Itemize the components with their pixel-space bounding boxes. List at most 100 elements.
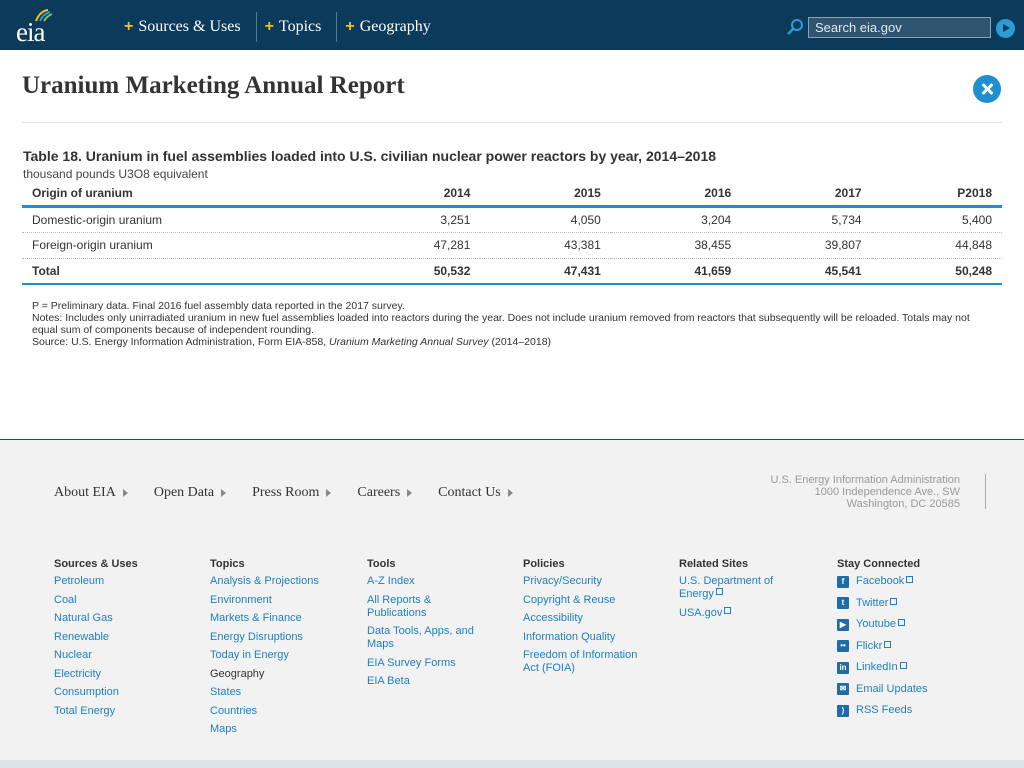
footer-link[interactable]: Natural Gas [54, 612, 194, 625]
footer-column-heading: Related Sites [679, 558, 749, 570]
source-note: Source: U.S. Energy Information Administ… [32, 336, 977, 348]
table-cell: 50,532 [350, 258, 481, 285]
search-submit-button[interactable] [996, 19, 1015, 38]
footer-column-heading: Policies [523, 558, 565, 570]
table-cell: 5,734 [741, 206, 872, 233]
search-input[interactable] [808, 17, 991, 38]
footer-column-heading: Topics [210, 558, 245, 570]
footer-link[interactable]: Freedom of Information Act (FOIA) [523, 649, 653, 675]
footer-link[interactable]: All Reports & Publications [367, 594, 487, 620]
footer-link[interactable]: Data Tools, Apps, and Maps [367, 625, 487, 651]
footer-nav-label: Open Data [153, 485, 215, 500]
external-link-icon [906, 576, 914, 583]
nav-geography-label: Geography [359, 18, 431, 35]
footer-column-policies: Policies Privacy/Security Copyright & Re… [523, 558, 653, 681]
nav-geography[interactable]: + Geography [337, 12, 445, 42]
caret-right-icon [507, 489, 513, 497]
footer-link[interactable]: Information Quality [523, 631, 653, 644]
plus-icon: + [124, 18, 134, 35]
footer-nav-press-room[interactable]: Press Room [252, 485, 332, 501]
footer-link[interactable]: Environment [210, 594, 350, 607]
footer-link[interactable]: States [210, 686, 350, 699]
youtube-icon: ▶ [837, 618, 849, 631]
table-cell: 47,281 [350, 232, 481, 259]
social-link-email-updates[interactable]: ✉ Email Updates [837, 683, 977, 696]
social-link-linkedin[interactable]: in LinkedIn [837, 661, 977, 674]
table-cell: 50,248 [871, 258, 1002, 285]
footer-column-stay-connected: Stay Connected f Facebook t Twitter ▶ Youtu… [837, 558, 977, 726]
footer-link-usagov[interactable]: USA.gov [679, 606, 794, 620]
caret-right-icon [326, 489, 332, 497]
nav-topics[interactable]: + Topics [257, 12, 338, 42]
footer-link[interactable]: Energy Disruptions [210, 631, 350, 644]
footer-link-label: U.S. Department of Energy [679, 575, 774, 600]
social-link-youtube[interactable]: ▶ Youtube [837, 618, 977, 631]
footer-nav-label: Press Room [252, 485, 320, 500]
eia-logo-text: eia [16, 17, 46, 47]
footer-link[interactable]: EIA Beta [367, 675, 487, 688]
table-cell: 44,848 [871, 232, 1002, 259]
search-icon[interactable] [786, 18, 804, 36]
footer-link[interactable]: Renewable [54, 631, 194, 644]
footer-link[interactable]: Coal [54, 594, 194, 607]
column-header: P2018 [871, 181, 1002, 208]
address-line: Washington, DC 20585 [846, 498, 960, 510]
table-header-row: Origin of uranium 2014 2015 2016 2017 P2… [22, 181, 1002, 208]
source-suffix: (2014–2018) [488, 336, 552, 348]
footer-link[interactable]: Copyright & Reuse [523, 594, 653, 607]
footer-nav-contact-us[interactable]: Contact Us [438, 485, 513, 501]
footer-link[interactable]: Electricity [54, 668, 194, 681]
nav-sources-uses[interactable]: + Sources & Uses [116, 12, 257, 42]
preliminary-note: P = Preliminary data. Final 2016 fuel as… [32, 300, 405, 312]
data-table: Origin of uranium 2014 2015 2016 2017 P2… [22, 181, 1002, 285]
caret-right-icon [221, 489, 227, 497]
social-link-flickr[interactable]: •• Flickr [837, 640, 977, 653]
footer-link[interactable]: EIA Survey Forms [367, 657, 487, 670]
table-cell: 3,204 [610, 206, 742, 233]
table-cell: 5,400 [871, 206, 1002, 233]
social-link-label: Twitter [856, 596, 889, 609]
footer-link[interactable]: Markets & Finance [210, 612, 350, 625]
footer-link[interactable]: Today in Energy [210, 649, 350, 662]
social-link-twitter[interactable]: t Twitter [837, 597, 977, 610]
footer-link[interactable]: Countries [210, 705, 350, 718]
close-button[interactable] [973, 75, 1001, 103]
footer-link[interactable]: Consumption [54, 686, 194, 699]
footer-link[interactable]: Maps [210, 723, 350, 736]
footer-nav: About EIA Open Data Press Room Careers C… [54, 485, 539, 501]
table-cell: 45,541 [741, 258, 872, 285]
social-link-facebook[interactable]: f Facebook [837, 575, 977, 588]
external-link-icon [715, 588, 723, 595]
address-divider [985, 474, 986, 509]
external-link-icon [884, 640, 892, 648]
footer-nav-label: Careers [357, 485, 401, 500]
email-icon: ✉ [837, 683, 849, 695]
top-navigation-bar: eia + Sources & Uses + Topics + Geograph… [0, 0, 1024, 50]
table-cell: 39,807 [741, 232, 872, 259]
social-link-label: Flickr [856, 639, 883, 652]
footer-link[interactable]: A-Z Index [367, 575, 487, 588]
footer-column-heading: Sources & Uses [54, 558, 138, 570]
footer-link[interactable]: Accessibility [523, 612, 653, 625]
table-row: Domestic-origin uranium 3,251 4,050 3,20… [22, 206, 1002, 233]
table-cell: Foreign-origin uranium [22, 232, 351, 259]
footer-column-sources: Sources & Uses Petroleum Coal Natural Ga… [54, 558, 194, 723]
table-unit: thousand pounds U3O8 equivalent [23, 167, 208, 181]
footer-link[interactable]: Petroleum [54, 575, 194, 588]
footer-link[interactable]: Privacy/Security [523, 575, 653, 588]
footer-link[interactable]: Total Energy [54, 705, 194, 718]
footer-nav-about-eia[interactable]: About EIA [54, 485, 128, 501]
external-link-icon [897, 619, 905, 626]
flickr-icon: •• [837, 640, 849, 652]
footer-link-doe[interactable]: U.S. Department of Energy [679, 575, 794, 601]
table-title: Table 18. Uranium in fuel assemblies loa… [23, 148, 717, 164]
footer-link[interactable]: Nuclear [54, 649, 194, 662]
footer-nav-careers[interactable]: Careers [357, 485, 413, 501]
footer: About EIA Open Data Press Room Careers C… [0, 439, 1024, 760]
eia-logo[interactable]: eia [16, 8, 60, 47]
column-header: 2016 [610, 181, 742, 208]
social-link-rss[interactable]: ) RSS Feeds [837, 704, 977, 717]
nav-sources-uses-label: Sources & Uses [138, 18, 241, 35]
footer-link[interactable]: Analysis & Projections [210, 575, 350, 588]
footer-nav-open-data[interactable]: Open Data [153, 485, 227, 501]
